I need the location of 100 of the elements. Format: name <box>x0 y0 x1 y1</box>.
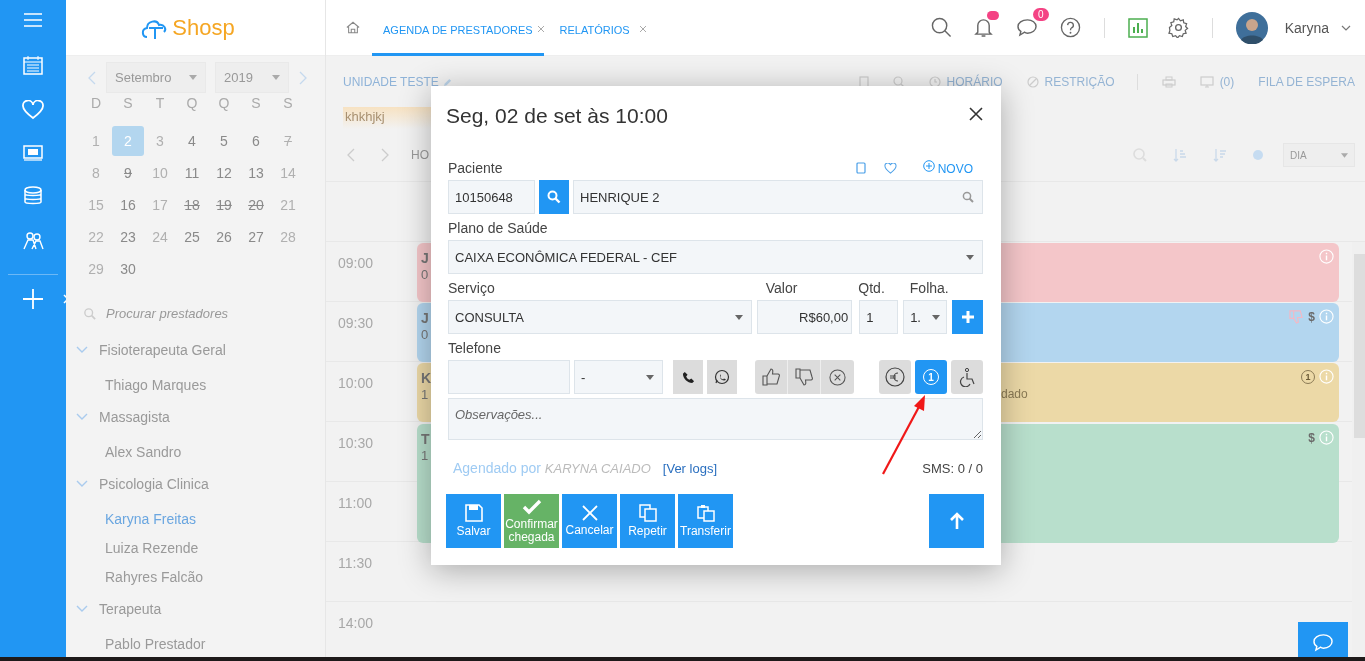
toolbar-action[interactable]: (0) <box>1219 75 1235 89</box>
euro-button[interactable] <box>879 360 911 394</box>
whatsapp-button[interactable] <box>707 360 737 394</box>
scroll-up-button[interactable] <box>929 494 984 548</box>
add-button[interactable] <box>952 300 983 334</box>
unit-name[interactable]: UNIDADE TESTE <box>343 75 439 89</box>
calendar-day[interactable]: 16 <box>112 190 144 220</box>
book-icon[interactable] <box>855 162 866 174</box>
calendar-day[interactable]: 20 <box>240 190 272 220</box>
confirm-button[interactable]: Confirmar chegada <box>504 494 559 548</box>
calendar-day[interactable]: 30 <box>112 254 144 284</box>
tab[interactable]: AGENDA DE PRESTADORES <box>372 0 544 56</box>
calendar-day[interactable]: 4 <box>176 126 208 156</box>
calendar-day[interactable]: 8 <box>80 158 112 188</box>
add-icon[interactable] <box>23 289 43 309</box>
calendar-day[interactable]: 23 <box>112 222 144 252</box>
settings-icon[interactable] <box>1167 17 1189 38</box>
view-select[interactable]: DIA <box>1283 143 1355 167</box>
calendar-day[interactable]: 13 <box>240 158 272 188</box>
info-icon[interactable] <box>1319 430 1334 445</box>
calendar-day[interactable]: 10 <box>144 158 176 188</box>
calendar-day[interactable]: 12 <box>208 158 240 188</box>
user-name[interactable]: Karyna <box>1284 19 1329 36</box>
calendar-icon[interactable] <box>23 55 43 75</box>
calendar-day[interactable]: 11 <box>176 158 208 188</box>
nav-label[interactable]: HO <box>411 148 429 162</box>
calendar-day[interactable]: 22 <box>80 222 112 252</box>
month-select[interactable]: Setembro <box>106 62 206 93</box>
calendar-day[interactable]: 15 <box>80 190 112 220</box>
provider-search-field[interactable]: Procurar prestadores <box>84 305 325 322</box>
chat-icon[interactable] <box>1016 18 1038 37</box>
tab[interactable]: RELATÓRIOS <box>555 0 634 56</box>
chart-icon[interactable] <box>1127 17 1148 38</box>
help-icon[interactable] <box>1059 17 1081 38</box>
book-icon[interactable] <box>858 76 869 88</box>
accessibility-button[interactable] <box>951 360 983 394</box>
provider-item[interactable]: Thiago Marques <box>105 371 207 400</box>
notes-field[interactable]: Observações... <box>448 398 983 440</box>
calendar-day[interactable]: 24 <box>144 222 176 252</box>
calendar-day[interactable]: 25 <box>176 222 208 252</box>
clock-icon[interactable] <box>928 76 941 88</box>
close-icon[interactable] <box>969 107 983 121</box>
patient-id-field[interactable]: 10150648 <box>448 180 535 214</box>
patient-name-field[interactable]: HENRIQUE 2 <box>573 180 983 214</box>
view-logs-link[interactable]: [Ver logs] <box>662 460 717 476</box>
price-field[interactable]: R$60,00 <box>757 300 853 334</box>
provider-group[interactable]: Terapeuta <box>99 600 162 617</box>
provider-item[interactable]: Pablo Prestador <box>105 630 206 659</box>
previous-icon[interactable] <box>347 148 355 162</box>
block-icon[interactable] <box>1026 76 1039 88</box>
next-month-icon[interactable] <box>299 70 307 85</box>
chevron-icon[interactable] <box>76 479 88 488</box>
calendar-day[interactable]: 28 <box>272 222 304 252</box>
info-icon[interactable] <box>1319 249 1334 264</box>
year-select[interactable]: 2019 <box>215 62 289 93</box>
calendar-day[interactable]: 21 <box>272 190 304 220</box>
calendar-day[interactable]: 9 <box>112 158 144 188</box>
provider-item[interactable]: Luiza Rezende <box>105 534 199 563</box>
chevron-icon[interactable] <box>76 345 88 354</box>
new-patient-link[interactable]: NOVO <box>922 160 973 177</box>
calendar-day[interactable]: 5 <box>208 126 240 156</box>
calendar-day[interactable]: 27 <box>240 222 272 252</box>
calendar-day[interactable]: 7 <box>272 126 304 156</box>
cancel-button[interactable]: Cancelar <box>562 494 617 548</box>
phone-field[interactable] <box>448 360 570 394</box>
heart-icon[interactable] <box>883 163 897 174</box>
phone-type-select[interactable]: - <box>574 360 663 394</box>
menu-icon[interactable] <box>23 12 43 28</box>
first-visit-button[interactable]: 1 <box>915 360 947 394</box>
info-icon[interactable] <box>1319 369 1334 384</box>
search-icon[interactable] <box>930 17 952 38</box>
calendar-day[interactable]: 26 <box>208 222 240 252</box>
calendar-day[interactable]: 6 <box>240 126 272 156</box>
transfer-button[interactable]: Transferir <box>678 494 733 548</box>
money-icon[interactable] <box>23 145 43 161</box>
caret-icon[interactable] <box>1341 24 1351 31</box>
print-icon[interactable] <box>1161 76 1176 88</box>
save-button[interactable]: Salvar <box>446 494 501 548</box>
calendar-day[interactable]: 18 <box>176 190 208 220</box>
chevron-icon[interactable] <box>76 604 88 613</box>
calendar-day[interactable]: 3 <box>144 126 176 156</box>
waiting-list-link[interactable]: FILA DE ESPERA <box>1258 75 1355 89</box>
people-icon[interactable] <box>22 231 44 251</box>
service-select[interactable]: CONSULTA <box>448 300 753 334</box>
next-icon[interactable] <box>381 148 389 162</box>
search-button[interactable] <box>539 180 569 214</box>
provider-group[interactable]: Fisioterapeuta Geral <box>99 341 226 358</box>
calendar-day[interactable]: 29 <box>80 254 112 284</box>
calendar-day[interactable]: 14 <box>272 158 304 188</box>
monitor-icon[interactable] <box>1199 76 1214 88</box>
sheet-select[interactable]: 1. <box>903 300 948 334</box>
calendar-day[interactable]: 1 <box>80 126 112 156</box>
toolbar-action[interactable]: RESTRIÇÃO <box>1044 75 1115 89</box>
calendar-day[interactable]: 19 <box>208 190 240 220</box>
avatar[interactable] <box>1235 11 1268 44</box>
provider-item[interactable]: Rahyres Falcão <box>105 563 204 592</box>
call-button[interactable] <box>673 360 703 394</box>
database-icon[interactable] <box>23 186 43 206</box>
calendar-day[interactable]: 17 <box>144 190 176 220</box>
home-icon[interactable] <box>346 21 360 34</box>
